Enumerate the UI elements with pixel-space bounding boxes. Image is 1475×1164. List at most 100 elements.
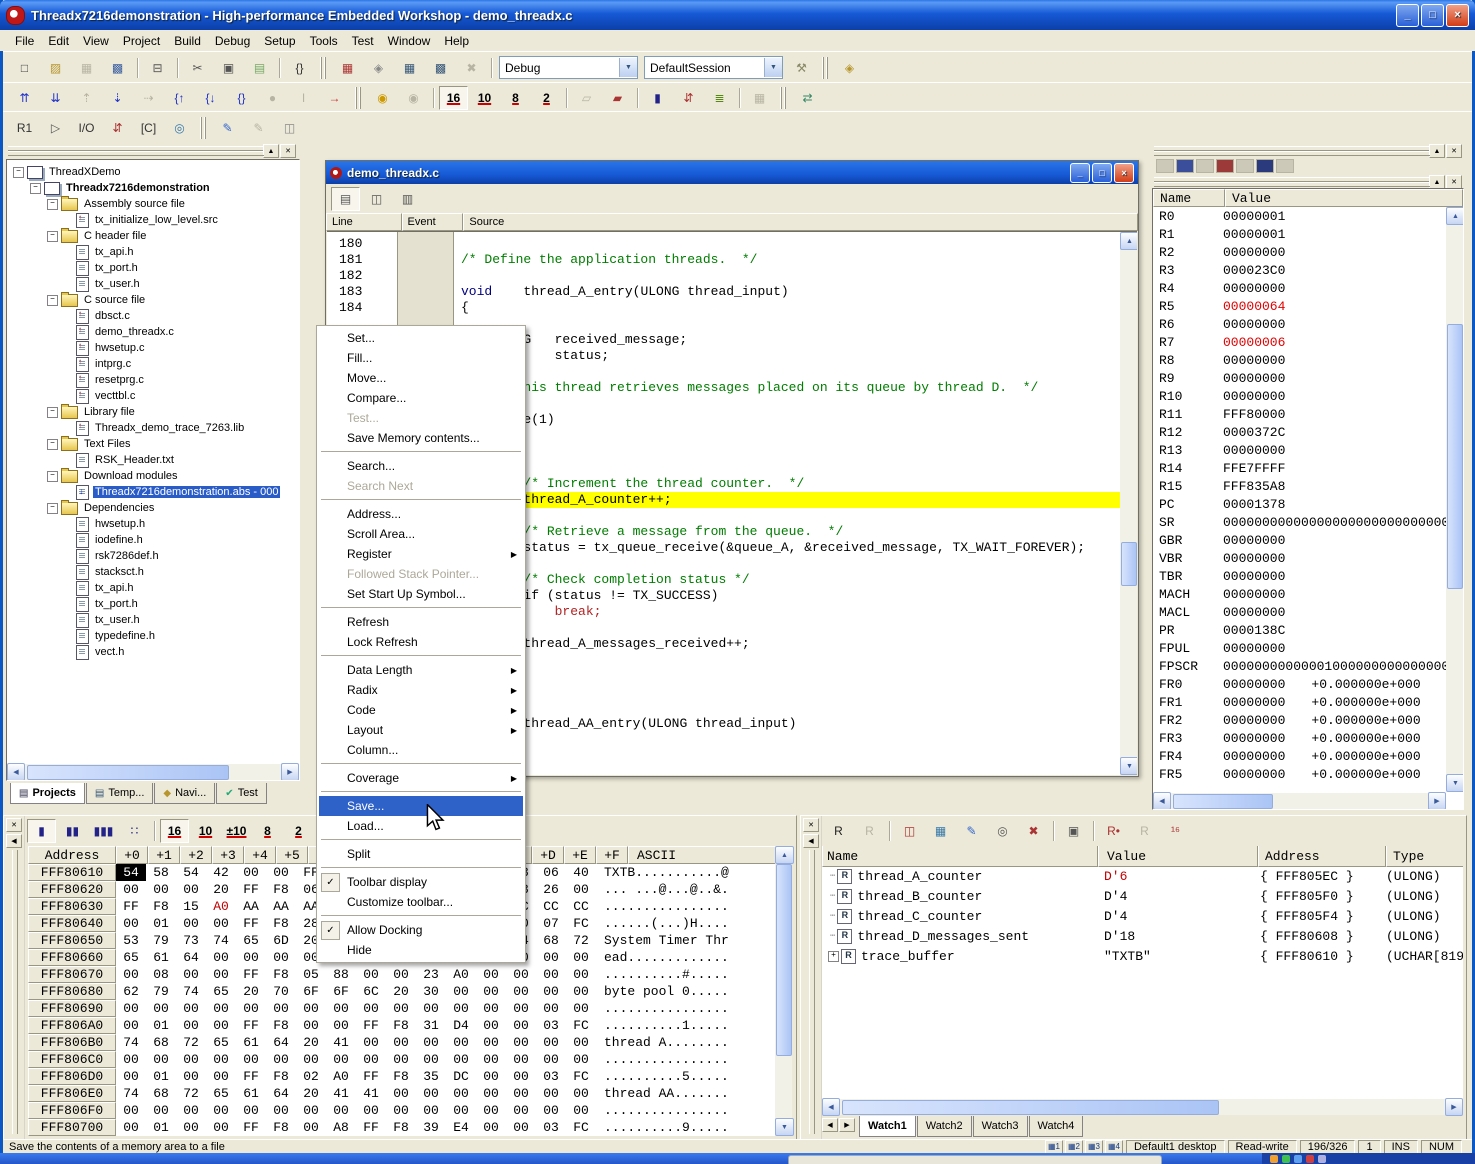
memory-byte-cell[interactable]: 00 (236, 1051, 266, 1068)
menu-item-load[interactable]: Load... (319, 816, 523, 836)
scroll-up-icon[interactable]: ▲ (1446, 207, 1464, 225)
memory-byte-cell[interactable]: 20 (296, 1085, 326, 1102)
menu-item-move[interactable]: Move... (319, 368, 523, 388)
memory-byte-cell[interactable]: 06 (536, 864, 566, 881)
memory-byte-cell[interactable]: 00 (116, 1068, 146, 1085)
record-button[interactable]: R• (1099, 819, 1128, 843)
combo-dropdown-icon[interactable]: ▼ (764, 58, 782, 77)
memory-column-header[interactable]: +E (564, 846, 596, 864)
scroll-left-icon[interactable]: ◀ (1153, 792, 1171, 810)
tab-scroll-right-icon[interactable]: ▶ (839, 1118, 855, 1132)
tree-item[interactable]: −Library file (9, 404, 299, 420)
menu-item-layout[interactable]: Layout▶ (319, 720, 523, 740)
tree-item[interactable]: typedefine.h (9, 628, 299, 644)
memory-byte-cell[interactable]: 61 (236, 1034, 266, 1051)
memory-byte-cell[interactable]: DC (446, 1068, 476, 1085)
tree-expand-icon[interactable]: − (47, 199, 58, 210)
menu-item-set[interactable]: Set... (319, 328, 523, 348)
menu-item-lock-refresh[interactable]: Lock Refresh (319, 632, 523, 652)
memory-byte-cell[interactable]: 00 (266, 1051, 296, 1068)
tree-item[interactable]: tx_port.h (9, 260, 299, 276)
scroll-up-icon[interactable]: ▲ (775, 846, 794, 864)
session-combo[interactable]: DefaultSession▼ (644, 56, 783, 79)
memory-byte-cell[interactable]: 72 (176, 1085, 206, 1102)
memory-address-cell[interactable]: FFF80700 (28, 1119, 116, 1136)
memory-byte-cell[interactable]: 00 (176, 1119, 206, 1136)
memory-collapse-button[interactable]: ◀ (6, 834, 22, 848)
memory-byte-cell[interactable]: 40 (566, 864, 596, 881)
minimize-button[interactable]: _ (1396, 4, 1419, 27)
memory-byte-cell[interactable]: 00 (416, 1102, 446, 1119)
memory-byte-cell[interactable]: 65 (236, 932, 266, 949)
memory-byte-cell[interactable]: 00 (566, 1000, 596, 1017)
register-row[interactable]: MACH00000000 (1153, 585, 1446, 603)
scroll-up-icon[interactable]: ▲ (1120, 232, 1137, 250)
tree-item[interactable]: −ThreadXDemo (9, 164, 299, 180)
memory-byte-cell[interactable]: F8 (266, 1119, 296, 1136)
memory-byte-cell[interactable]: 00 (476, 966, 506, 983)
menu-item-set-start-up-symbol[interactable]: Set Start Up Symbol... (319, 584, 523, 604)
memory-byte-cell[interactable]: 62 (116, 983, 146, 1000)
toolbar-grip[interactable] (320, 57, 327, 79)
memory-byte-cell[interactable]: 00 (446, 1000, 476, 1017)
memory-byte-cell[interactable]: 73 (176, 932, 206, 949)
edit-pencil-button[interactable]: ✎ (213, 116, 242, 140)
step-out-button[interactable]: {↑ (165, 86, 194, 110)
memory-byte-cell[interactable]: 00 (176, 881, 206, 898)
register-row[interactable]: MACL00000000 (1153, 603, 1446, 621)
memory-byte-cell[interactable]: 00 (476, 1051, 506, 1068)
memory-byte-cell[interactable]: AA (236, 898, 266, 915)
memory-byte-cell[interactable]: 00 (506, 1000, 536, 1017)
register-row[interactable]: R100000001 (1153, 225, 1446, 243)
memory-byte-cell[interactable]: FF (236, 1068, 266, 1085)
connect-target-button[interactable]: ⇄ (793, 86, 822, 110)
memory-byte-cell[interactable]: 00 (476, 1102, 506, 1119)
tree-expand-icon[interactable]: − (13, 167, 24, 178)
memory-byte-cell[interactable]: FC (566, 1017, 596, 1034)
memory-byte-cell[interactable]: 00 (176, 1068, 206, 1085)
tab-watch3[interactable]: Watch3 (973, 1116, 1028, 1137)
register-vscrollbar[interactable]: ▲ ▼ (1446, 207, 1463, 792)
memory-byte-cell[interactable]: FF (116, 898, 146, 915)
register-value-header[interactable]: Value (1225, 189, 1463, 207)
open-folder-button[interactable]: ▨ (41, 56, 70, 80)
register-pin-button[interactable]: ▲ (1429, 175, 1445, 189)
menu-item-data-length[interactable]: Data Length▶ (319, 660, 523, 680)
tree-item[interactable]: tx_initialize_low_level.src (9, 212, 299, 228)
memory-byte-cell[interactable]: 00 (416, 1085, 446, 1102)
radix-2-button[interactable]: 2 (284, 819, 313, 843)
memory-byte-cell[interactable]: 00 (476, 983, 506, 1000)
watch-collapse-button[interactable]: ◀ (803, 834, 819, 848)
memory-byte-cell[interactable]: FF (356, 1119, 386, 1136)
memory-byte-cell[interactable]: 00 (536, 1034, 566, 1051)
memory-byte-cell[interactable]: 6F (326, 983, 356, 1000)
memory-address-cell[interactable]: FFF80620 (28, 881, 116, 898)
tree-item[interactable]: tx_port.h (9, 596, 299, 612)
code-line[interactable]: 183void thread_A_entry(ULONG thread_inpu… (327, 284, 1120, 300)
tray-icon[interactable] (1294, 1155, 1302, 1163)
memory-byte-cell[interactable]: A0 (206, 898, 236, 915)
register-row[interactable]: R500000064 (1153, 297, 1446, 315)
memory-address-cell[interactable]: FFF806E0 (28, 1085, 116, 1102)
memory-byte-cell[interactable]: 00 (236, 1000, 266, 1017)
memory-byte-cell[interactable]: 00 (116, 1017, 146, 1034)
memory-byte-cell[interactable]: 15 (176, 898, 206, 915)
memory-byte-cell[interactable]: FF (356, 1068, 386, 1085)
taskbar[interactable] (0, 1153, 1475, 1164)
memory-row[interactable]: FFF8069000000000000000000000000000000000… (28, 1000, 788, 1017)
tree-item[interactable]: Threadx7216demonstration.abs - 000 (9, 484, 299, 500)
memory-byte-cell[interactable]: 01 (146, 1017, 176, 1034)
memory-byte-cell[interactable]: 00 (296, 1051, 326, 1068)
tree-item[interactable]: −Assembly source file (9, 196, 299, 212)
scroll-right-icon[interactable]: ▶ (1428, 792, 1446, 810)
tree-item[interactable]: tx_user.h (9, 612, 299, 628)
memory-close-button[interactable]: ✕ (6, 818, 22, 832)
memory-byte-cell[interactable]: 00 (326, 1051, 356, 1068)
watch-row[interactable]: ⋯Rthread_C_counterD'4{ FFF805F4 }(ULONG) (822, 906, 1463, 926)
tree-expand-icon[interactable]: − (47, 407, 58, 418)
memory-byte-cell[interactable]: FC (566, 1068, 596, 1085)
tree-expand-icon[interactable]: − (47, 503, 58, 514)
memory-row[interactable]: FFF806806279746520706F6F6C20300000000000… (28, 983, 788, 1000)
combo-dropdown-icon[interactable]: ▼ (619, 58, 637, 77)
new-document-button[interactable]: □ (10, 56, 39, 80)
